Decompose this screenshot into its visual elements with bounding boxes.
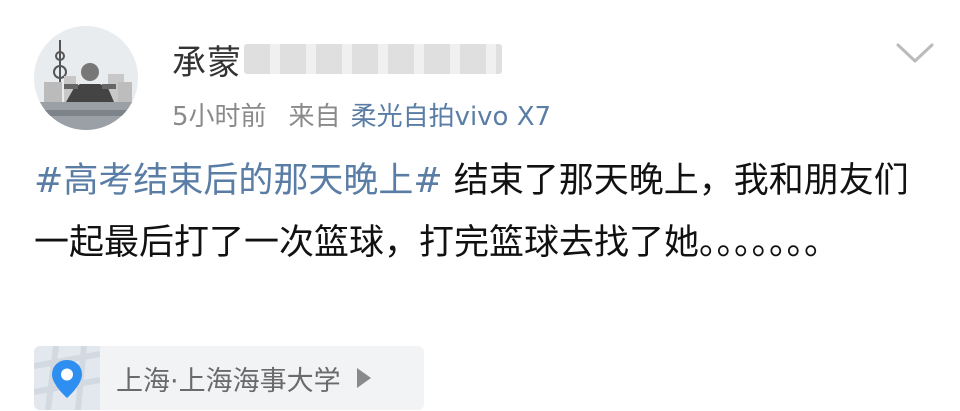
redacted-username-blur — [244, 44, 502, 74]
location-name: 上海·上海海事大学 — [116, 365, 341, 397]
hashtag-link[interactable]: #高考结束后的那天晚上# — [34, 161, 443, 201]
source-label: 来自 — [288, 101, 341, 132]
weibo-post-card: 承蒙 5小时前 来自 柔光自拍vivo X7 #高考结束后的那天晚上# 结束了那… — [0, 0, 960, 411]
avatar-photo — [34, 26, 138, 130]
user-avatar[interactable] — [34, 26, 138, 130]
location-tag[interactable]: 上海·上海海事大学 — [34, 346, 424, 410]
post-meta: 5小时前 来自 柔光自拍vivo X7 — [172, 96, 551, 132]
post-timestamp: 5小时前 — [172, 101, 267, 132]
source-device-link[interactable]: 柔光自拍vivo X7 — [351, 96, 552, 133]
username[interactable]: 承蒙 — [172, 35, 242, 84]
post-content: #高考结束后的那天晚上# 结束了那天晚上，我和朋友们一起最后打了一次篮球，打完篮… — [34, 150, 934, 274]
chevron-right-icon — [356, 368, 371, 388]
chevron-down-icon[interactable] — [894, 38, 936, 68]
username-row: 承蒙 — [172, 35, 502, 84]
map-pin-icon — [34, 346, 101, 410]
